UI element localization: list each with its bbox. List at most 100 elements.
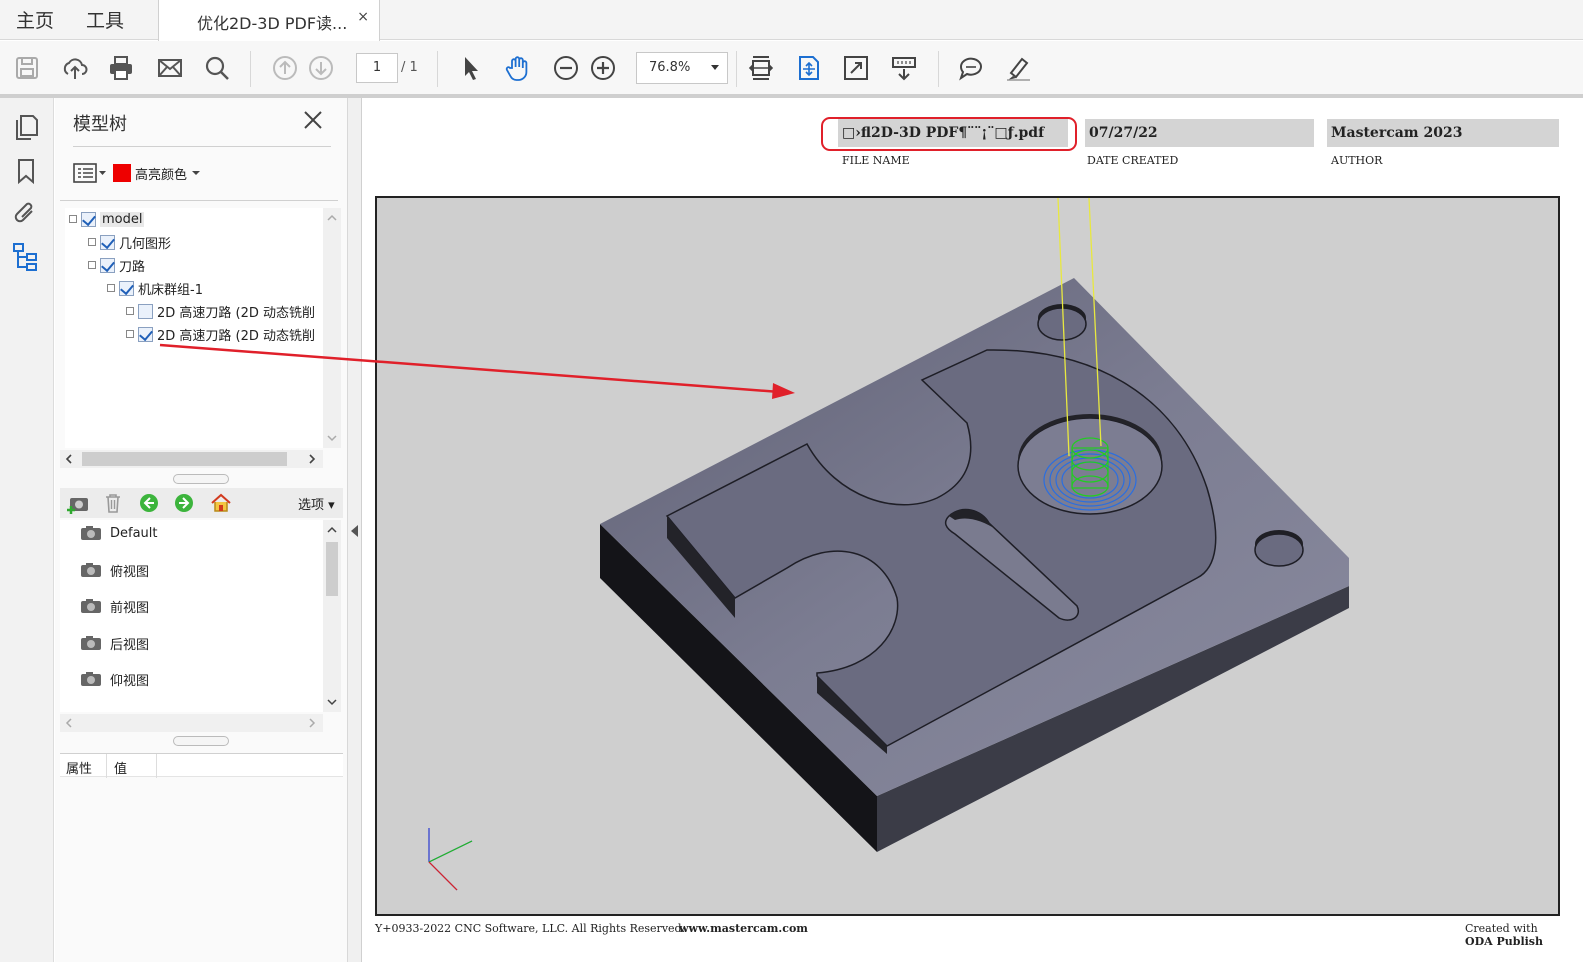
zoom-out-icon[interactable] bbox=[551, 53, 581, 83]
views-list: Default 俯视图 前视图 后视图 仰视图 bbox=[60, 520, 323, 712]
camera-icon bbox=[81, 599, 101, 613]
tree-node[interactable]: 刀路 bbox=[88, 255, 145, 275]
collapse-panel-icon[interactable] bbox=[351, 525, 358, 537]
zoom-select[interactable]: 76.8% bbox=[636, 52, 728, 84]
camera-icon bbox=[81, 526, 101, 540]
bookmark-icon[interactable] bbox=[11, 156, 41, 186]
menu-home[interactable]: 主页 bbox=[16, 6, 54, 33]
tree-node-label: model bbox=[100, 211, 145, 227]
pages-icon[interactable] bbox=[11, 112, 41, 142]
3d-model-viewport[interactable] bbox=[375, 196, 1560, 916]
chevron-down-icon[interactable] bbox=[191, 169, 201, 177]
list-item[interactable]: Default bbox=[80, 522, 158, 544]
node-checkbox[interactable] bbox=[138, 326, 153, 342]
page-number-input[interactable]: 1 bbox=[356, 53, 398, 83]
page-down-icon[interactable] bbox=[306, 53, 336, 83]
delete-view-icon[interactable] bbox=[102, 492, 124, 514]
tree-node[interactable]: 2D 高速刀路 (2D 动态铣削 bbox=[126, 301, 315, 321]
author-value[interactable]: Mastercam 2023 bbox=[1327, 119, 1559, 147]
highlight-color-label: 高亮颜色 bbox=[135, 167, 188, 183]
tree-node[interactable]: 机床群组-1 bbox=[107, 278, 203, 298]
node-checkbox[interactable] bbox=[100, 234, 115, 250]
tree-node[interactable]: model bbox=[69, 209, 145, 229]
tree-vertical-scrollbar[interactable] bbox=[323, 208, 341, 448]
chevron-down-icon bbox=[711, 65, 719, 70]
select-cursor-icon[interactable] bbox=[456, 53, 486, 83]
model-tree-icon[interactable] bbox=[11, 242, 41, 272]
tree-node-label: 2D 高速刀路 (2D 动态铣削 bbox=[157, 328, 316, 344]
camera-icon bbox=[81, 563, 101, 577]
close-icon[interactable] bbox=[301, 108, 325, 132]
save-icon[interactable] bbox=[12, 53, 42, 83]
expand-toggle[interactable] bbox=[88, 261, 96, 269]
footer-url[interactable]: www.mastercam.com bbox=[679, 922, 808, 935]
search-icon[interactable] bbox=[202, 53, 232, 83]
close-tab-icon[interactable]: × bbox=[357, 9, 369, 25]
fullscreen-icon[interactable] bbox=[841, 53, 871, 83]
date-created-value[interactable]: 07/27/22 bbox=[1085, 119, 1314, 147]
expand-toggle[interactable] bbox=[69, 215, 77, 223]
node-checkbox[interactable] bbox=[81, 211, 96, 227]
node-checkbox[interactable] bbox=[138, 303, 153, 319]
scrollbar-thumb[interactable] bbox=[82, 452, 287, 466]
views-vertical-scrollbar[interactable] bbox=[323, 520, 341, 712]
expand-toggle[interactable] bbox=[107, 284, 115, 292]
email-icon[interactable] bbox=[155, 53, 185, 83]
tree-node[interactable]: 2D 高速刀路 (2D 动态铣削 bbox=[126, 324, 315, 344]
fit-page-icon[interactable] bbox=[794, 53, 824, 83]
divider bbox=[156, 754, 157, 778]
comment-icon[interactable] bbox=[956, 53, 986, 83]
panel-collapse-strip[interactable] bbox=[348, 98, 362, 962]
view-label: 后视图 bbox=[110, 637, 150, 653]
upload-cloud-icon[interactable] bbox=[60, 53, 90, 83]
highlight-color-control[interactable]: 高亮颜色 bbox=[73, 162, 201, 184]
document-view: □›fl2D-3D PDF¶¨¨¡¨□ƒ.pdf 07/27/22 Master… bbox=[363, 98, 1583, 962]
chevron-left-icon[interactable] bbox=[60, 450, 78, 468]
menu-bar: 主页 工具 优化2D-3D PDF读... × bbox=[0, 0, 1583, 41]
divider bbox=[73, 146, 331, 147]
options-menu[interactable]: 选项 ▾ bbox=[298, 494, 335, 513]
camera-icon bbox=[81, 636, 101, 650]
expand-toggle[interactable] bbox=[88, 238, 96, 246]
expand-toggle[interactable] bbox=[126, 307, 134, 315]
view-label: 俯视图 bbox=[110, 564, 150, 580]
highlight-color-swatch[interactable] bbox=[113, 164, 131, 182]
views-horizontal-scrollbar[interactable] bbox=[60, 714, 323, 732]
model-tree-panel: 模型树 高亮颜色 model 几何图形 刀路 机床群组-1 2D 高速刀路 (2… bbox=[55, 98, 348, 962]
print-icon[interactable] bbox=[106, 53, 136, 83]
highlighter-icon[interactable] bbox=[1003, 53, 1033, 83]
node-checkbox[interactable] bbox=[119, 280, 134, 296]
divider bbox=[60, 200, 338, 201]
list-item[interactable]: 后视图 bbox=[80, 632, 149, 654]
view-label: 仰视图 bbox=[110, 673, 150, 689]
node-checkbox[interactable] bbox=[100, 257, 115, 273]
list-item[interactable]: 仰视图 bbox=[80, 668, 149, 690]
date-created-label: DATE CREATED bbox=[1087, 154, 1179, 167]
scroll-mode-icon[interactable] bbox=[889, 53, 919, 83]
list-options-icon[interactable] bbox=[73, 163, 107, 183]
add-view-icon[interactable] bbox=[66, 492, 88, 514]
expand-toggle[interactable] bbox=[126, 330, 134, 338]
page-up-icon[interactable] bbox=[270, 53, 300, 83]
attachment-icon[interactable] bbox=[11, 198, 41, 228]
model-tree: model 几何图形 刀路 机床群组-1 2D 高速刀路 (2D 动态铣削 2D… bbox=[65, 208, 323, 448]
fit-width-icon[interactable] bbox=[746, 53, 776, 83]
menu-tools[interactable]: 工具 bbox=[86, 6, 124, 33]
tree-horizontal-scrollbar[interactable] bbox=[60, 450, 323, 468]
tree-node-label: 刀路 bbox=[119, 259, 146, 275]
list-item[interactable]: 俯视图 bbox=[80, 559, 149, 581]
scrollbar-thumb[interactable] bbox=[326, 542, 338, 596]
previous-view-icon[interactable] bbox=[138, 492, 160, 514]
chevron-right-icon[interactable] bbox=[303, 450, 321, 468]
splitter-handle[interactable] bbox=[173, 736, 229, 746]
next-view-icon[interactable] bbox=[173, 492, 195, 514]
properties-header: 属性 值 bbox=[60, 753, 343, 778]
document-tab[interactable]: 优化2D-3D PDF读... × bbox=[158, 0, 380, 41]
zoom-in-icon[interactable] bbox=[588, 53, 618, 83]
hand-tool-icon[interactable] bbox=[503, 53, 533, 83]
home-view-icon[interactable] bbox=[210, 492, 232, 514]
machined-part-model bbox=[428, 198, 1349, 891]
list-item[interactable]: 前视图 bbox=[80, 595, 149, 617]
tree-node[interactable]: 几何图形 bbox=[88, 232, 171, 252]
splitter-handle[interactable] bbox=[173, 474, 229, 484]
